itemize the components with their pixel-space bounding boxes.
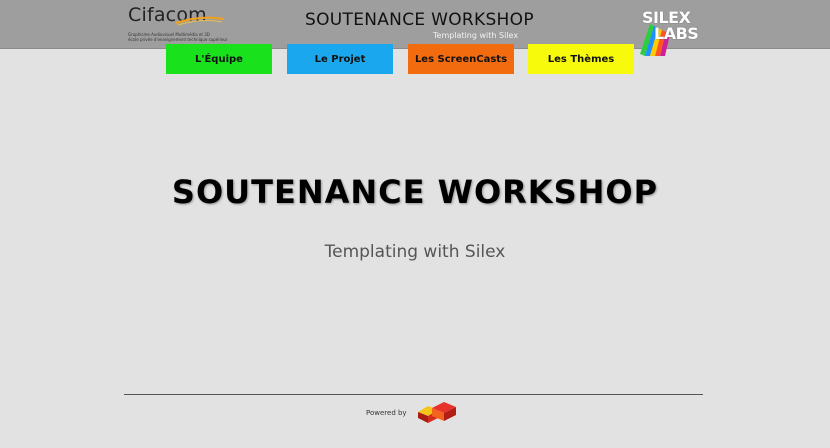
powered-by-label: Powered by [366,409,407,417]
footer-divider [124,394,703,395]
silex-cube-logo-icon[interactable] [416,400,460,424]
header-title: SOUTENANCE WORKSHOP [305,10,534,30]
silex-labs-logo[interactable]: SILEX LABS [636,8,706,56]
header-subtitle: Templating with Silex [433,31,519,40]
nav-button-screencasts[interactable]: Les ScreenCasts [408,44,514,74]
nav-button-themes[interactable]: Les Thèmes [528,44,634,74]
nav-button-projet[interactable]: Le Projet [287,44,393,74]
labs-word: LABS [654,24,699,43]
cifacom-tagline-2: école privée d'enseignement technique su… [128,37,228,42]
cifacom-swoosh-icon [175,16,225,26]
header-bar: Cifacom Graphisme Audiovisuel Multimédia… [0,0,830,56]
page-subtitle: Templating with Silex [324,242,506,262]
nav-button-equipe[interactable]: L'Équipe [166,44,272,74]
cifacom-logo[interactable]: Cifacom Graphisme Audiovisuel Multimédia… [126,3,236,43]
page-title: SOUTENANCE WORKSHOP [171,173,659,211]
